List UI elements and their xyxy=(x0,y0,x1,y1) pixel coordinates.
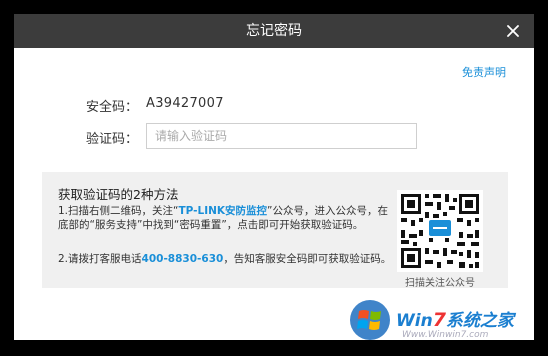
watermark-brand-seven: 7 xyxy=(432,309,446,331)
qr-caption: 扫描关注公众号 xyxy=(405,278,475,289)
watermark-brand-b: 系统之家 xyxy=(445,311,514,331)
forgot-password-dialog: 忘记密码 免责声明 安全码： A39427007 验证码： 获取验证码的2种方法… xyxy=(14,14,534,340)
title-bar: 忘记密码 xyxy=(14,14,534,48)
disclaimer-link[interactable]: 免责声明 xyxy=(462,64,506,80)
dialog-title: 忘记密码 xyxy=(246,23,302,39)
windows-logo-icon xyxy=(350,300,390,340)
watermark-brand: Win7系统之家 xyxy=(396,306,514,331)
step-2-text-b: ，告知客服安全码即可获取验证码。 xyxy=(223,253,392,265)
watermark-brand-a: Win xyxy=(396,311,433,331)
close-button[interactable] xyxy=(500,18,526,44)
info-title: 获取验证码的2种方法 xyxy=(58,187,179,202)
step-1: 1.扫描右侧二维码，关注“TP-LINK安防监控”公众号，进入公众号，在底部的“… xyxy=(58,204,396,232)
support-phone-number: 400-8830-630 xyxy=(141,253,224,265)
verify-code-label: 验证码： xyxy=(85,132,138,147)
step-2-text-a: 2.请拨打客服电话 xyxy=(58,253,142,265)
security-code-label: 安全码： xyxy=(85,100,138,115)
official-account-name: TP-LINK安防监控 xyxy=(178,205,268,217)
verify-code-input[interactable] xyxy=(146,123,417,149)
close-icon xyxy=(507,25,519,37)
step-2: 2.请拨打客服电话400-8830-630，告知客服安全码即可获取验证码。 xyxy=(58,252,396,266)
step-1-text-a: 1.扫描右侧二维码，关注“ xyxy=(58,205,179,217)
watermark-url: Www.Winwin7.com xyxy=(402,330,489,340)
info-panel: 获取验证码的2种方法 1.扫描右侧二维码，关注“TP-LINK安防监控”公众号，… xyxy=(42,172,508,289)
security-code-value: A39427007 xyxy=(146,96,224,111)
qr-code-icon xyxy=(397,190,483,272)
